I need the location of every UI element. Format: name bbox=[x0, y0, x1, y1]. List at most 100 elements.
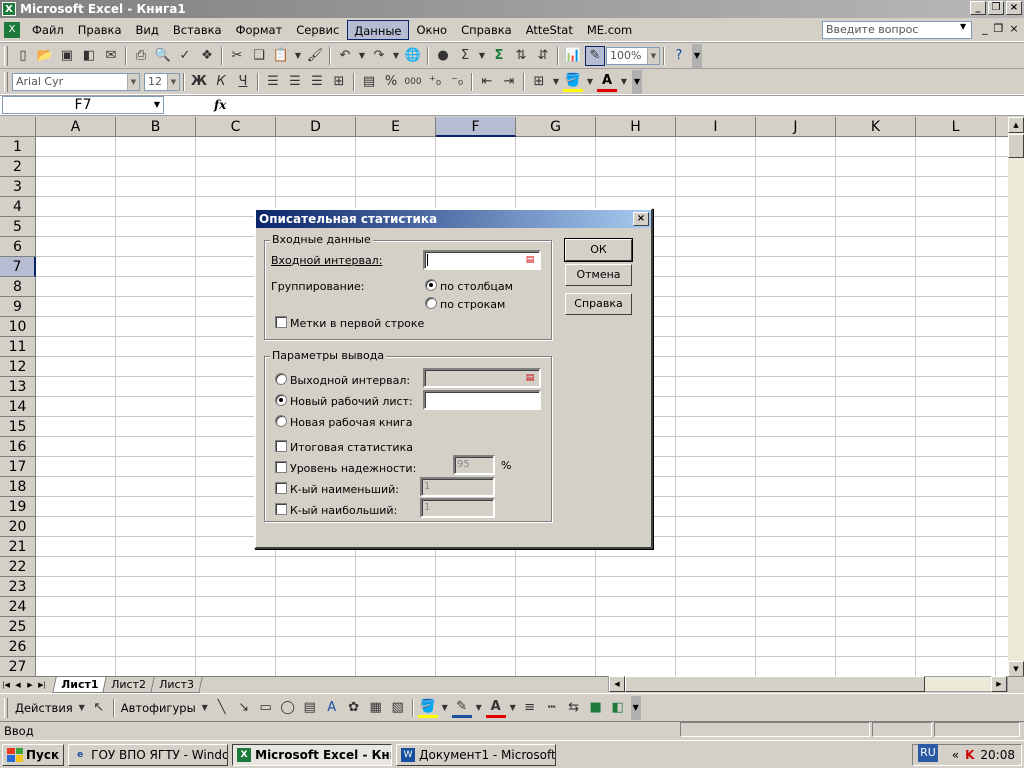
column-header-j[interactable]: J bbox=[756, 117, 836, 137]
chart-wizard-icon[interactable]: 📊 bbox=[563, 46, 583, 66]
line-color-icon[interactable]: ✎ bbox=[451, 698, 472, 718]
chevron-down-icon[interactable]: ▼ bbox=[508, 698, 518, 718]
font-size-combo[interactable]: 12 ▼ bbox=[144, 72, 180, 91]
menu-window[interactable]: Окно bbox=[411, 20, 454, 40]
row-header-14[interactable]: 14 bbox=[0, 397, 36, 417]
menu-help[interactable]: Справка bbox=[455, 20, 518, 40]
dash-style-icon[interactable]: ┅ bbox=[542, 698, 562, 718]
kth-smallest-label[interactable]: К-ый наименьший: bbox=[290, 483, 399, 496]
chevron-down-icon[interactable]: ▼ bbox=[474, 698, 484, 718]
task-word[interactable]: W Документ1 - Microsoft ... bbox=[396, 743, 557, 766]
row-header-7[interactable]: 7 bbox=[0, 257, 36, 277]
confidence-level-checkbox[interactable] bbox=[275, 461, 287, 473]
hscroll-thumb[interactable] bbox=[625, 676, 925, 692]
labels-first-row-label[interactable]: Метки в первой строке bbox=[290, 317, 424, 330]
actions-menu[interactable]: Действия bbox=[15, 701, 73, 715]
scroll-thumb[interactable] bbox=[1008, 134, 1024, 158]
textbox-icon[interactable]: ▤ bbox=[300, 698, 320, 718]
labels-first-row-checkbox[interactable] bbox=[275, 316, 287, 328]
row-header-17[interactable]: 17 bbox=[0, 457, 36, 477]
italic-button[interactable]: К bbox=[211, 72, 231, 92]
line-icon[interactable]: ╲ bbox=[212, 698, 232, 718]
row-header-19[interactable]: 19 bbox=[0, 497, 36, 517]
preview-icon[interactable]: 🔍 bbox=[153, 46, 173, 66]
row-header-10[interactable]: 10 bbox=[0, 317, 36, 337]
column-header-d[interactable]: D bbox=[276, 117, 356, 137]
toolbar-options-icon[interactable]: ▼ bbox=[632, 69, 642, 94]
menu-tools[interactable]: Сервис bbox=[290, 20, 345, 40]
decrease-indent-icon[interactable]: ⇤ bbox=[477, 72, 497, 92]
scroll-left-icon[interactable]: ◀ bbox=[609, 676, 625, 692]
scroll-down-icon[interactable]: ▼ bbox=[1008, 661, 1024, 677]
column-header-a[interactable]: A bbox=[36, 117, 116, 137]
chevron-down-icon[interactable]: ▼ bbox=[477, 46, 487, 66]
fill-color-icon[interactable]: 🪣 bbox=[563, 72, 583, 92]
print-icon[interactable]: ⎙ bbox=[131, 46, 151, 66]
new-icon[interactable]: ▯ bbox=[13, 46, 33, 66]
chevron-down-icon[interactable]: ▼ bbox=[293, 46, 303, 66]
sheet-tab-2[interactable]: Лист2 bbox=[102, 676, 155, 693]
row-header-26[interactable]: 26 bbox=[0, 637, 36, 657]
chevron-down-icon[interactable]: ▼ bbox=[127, 73, 139, 90]
open-icon[interactable]: 📂 bbox=[35, 46, 55, 66]
menu-edit[interactable]: Правка bbox=[72, 20, 128, 40]
new-workbook-radio[interactable] bbox=[275, 415, 287, 427]
drawing-icon[interactable]: ✎ bbox=[585, 45, 605, 66]
doc-close-button[interactable]: × bbox=[1009, 22, 1018, 35]
spelling-icon[interactable]: ✓ bbox=[175, 46, 195, 66]
align-right-icon[interactable]: ☰ bbox=[307, 72, 327, 92]
new-workbook-label[interactable]: Новая рабочая книга bbox=[290, 416, 412, 429]
copy-icon[interactable]: ❏ bbox=[249, 46, 269, 66]
sheet-tab-3[interactable]: Лист3 bbox=[150, 676, 203, 693]
chevron-down-icon[interactable]: ▼ bbox=[151, 97, 163, 113]
column-header-e[interactable]: E bbox=[356, 117, 436, 137]
chevron-down-icon[interactable]: ▼ bbox=[647, 47, 659, 64]
permission-icon[interactable]: ◧ bbox=[79, 46, 99, 66]
research-icon[interactable]: ❖ bbox=[197, 46, 217, 66]
row-header-8[interactable]: 8 bbox=[0, 277, 36, 297]
cut-icon[interactable]: ✂ bbox=[227, 46, 247, 66]
insert-function-button[interactable]: fx bbox=[214, 96, 234, 114]
minimize-button[interactable]: _ bbox=[970, 1, 986, 15]
menu-insert[interactable]: Вставка bbox=[167, 20, 228, 40]
kth-largest-field[interactable]: 1 bbox=[420, 498, 495, 518]
sheet-tab-1[interactable]: Лист1 bbox=[52, 676, 108, 693]
oval-icon[interactable]: ◯ bbox=[278, 698, 298, 718]
prev-sheet-icon[interactable]: ◀ bbox=[12, 678, 24, 692]
undo-icon[interactable]: ↶ bbox=[335, 46, 355, 66]
bold-button[interactable]: Ж bbox=[189, 72, 209, 92]
percent-button[interactable]: % bbox=[381, 72, 401, 92]
row-header-16[interactable]: 16 bbox=[0, 437, 36, 457]
last-sheet-icon[interactable]: ▶| bbox=[36, 678, 48, 692]
row-header-27[interactable]: 27 bbox=[0, 657, 36, 677]
row-header-1[interactable]: 1 bbox=[0, 137, 36, 157]
help-button[interactable]: Справка bbox=[565, 293, 632, 315]
clipart-icon[interactable]: ▦ bbox=[366, 698, 386, 718]
menu-attestat[interactable]: AtteStat bbox=[520, 20, 579, 40]
row-header-12[interactable]: 12 bbox=[0, 357, 36, 377]
3d-icon[interactable]: ◧ bbox=[608, 698, 628, 718]
column-header-l[interactable]: L bbox=[916, 117, 996, 137]
decrease-decimal-icon[interactable]: ⁻₀ bbox=[447, 72, 467, 92]
kth-smallest-field[interactable]: 1 bbox=[420, 477, 495, 497]
dialog-title-bar[interactable]: Описательная статистика × bbox=[256, 210, 651, 228]
ask-question-input[interactable]: Введите вопрос bbox=[822, 21, 972, 39]
increase-indent-icon[interactable]: ⇥ bbox=[499, 72, 519, 92]
row-header-4[interactable]: 4 bbox=[0, 197, 36, 217]
format-painter-icon[interactable]: 🖌 bbox=[305, 46, 325, 66]
new-sheet-radio[interactable] bbox=[275, 394, 287, 406]
dialog-close-button[interactable]: × bbox=[633, 212, 649, 226]
doc-minimize-button[interactable]: _ bbox=[982, 22, 988, 35]
sort-ascending-icon[interactable]: ⇅ bbox=[511, 46, 531, 66]
ink-icon[interactable]: ● bbox=[433, 46, 453, 66]
font-color-icon[interactable]: A bbox=[597, 72, 617, 92]
by-columns-radio[interactable] bbox=[425, 279, 437, 291]
scroll-up-icon[interactable]: ▲ bbox=[1008, 117, 1024, 133]
row-header-11[interactable]: 11 bbox=[0, 337, 36, 357]
paste-icon[interactable]: 📋 bbox=[271, 46, 291, 66]
clock[interactable]: 20:08 bbox=[980, 748, 1015, 762]
wordart-icon[interactable]: A bbox=[322, 698, 342, 718]
new-sheet-name-field[interactable] bbox=[423, 390, 541, 410]
horizontal-scrollbar[interactable]: ◀ ▶ bbox=[608, 676, 1008, 692]
name-box[interactable]: F7 ▼ bbox=[2, 96, 164, 114]
